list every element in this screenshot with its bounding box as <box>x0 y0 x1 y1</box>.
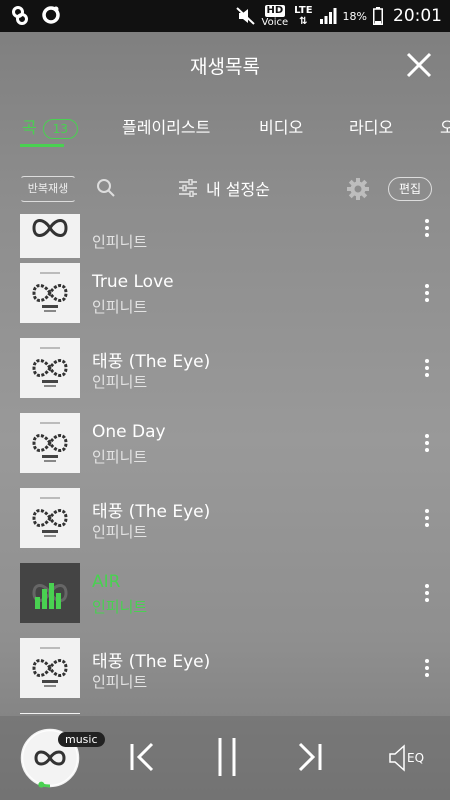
more-options-icon[interactable] <box>422 434 432 454</box>
edit-button[interactable]: 편집 <box>388 177 432 201</box>
track-row-playing[interactable]: AIR 인피니트 <box>0 563 450 638</box>
signal-icon <box>319 8 337 24</box>
tab-videos[interactable]: 비디오 <box>259 114 303 138</box>
tab-more-partial[interactable]: 오 <box>440 114 450 138</box>
album-art <box>20 563 80 623</box>
repeat-button[interactable]: 반복재생 <box>20 176 76 202</box>
lte-label: LTE <box>294 5 313 16</box>
search-icon[interactable] <box>96 178 116 198</box>
track-title: True Love <box>92 272 174 292</box>
battery-percent: 18% <box>342 9 367 23</box>
lte-indicator: LTE ⇅ <box>294 5 312 27</box>
page-title: 재생목록 <box>190 56 260 78</box>
tab-playlists-label: 플레이리스트 <box>122 118 211 137</box>
close-icon[interactable] <box>404 50 434 80</box>
track-title: 태풍 (The Eye) <box>92 352 211 372</box>
infinity-logo-icon <box>32 347 68 387</box>
track-artist: 인피니트 <box>92 298 148 316</box>
more-options-icon[interactable] <box>422 659 432 679</box>
track-row[interactable]: True Love 인피니트 <box>0 263 450 338</box>
track-artist: 인피니트 <box>92 598 148 616</box>
tab-radio[interactable]: 라디오 <box>349 114 393 138</box>
gear-icon[interactable] <box>346 177 370 201</box>
previous-track-icon[interactable] <box>128 740 158 774</box>
album-art <box>20 638 80 698</box>
track-artist: 인피니트 <box>92 373 148 391</box>
album-art <box>20 338 80 398</box>
track-title: AIR <box>92 572 121 592</box>
album-art <box>20 713 80 714</box>
track-row[interactable]: One Day 인피니트 <box>0 413 450 488</box>
sort-sliders-icon <box>179 179 197 197</box>
album-art <box>20 488 80 548</box>
more-options-icon[interactable] <box>422 284 432 304</box>
track-title: 태풍 (The Eye) <box>92 652 211 672</box>
more-options-icon[interactable] <box>422 509 432 529</box>
album-art <box>20 263 80 323</box>
clock: 20:01 <box>393 6 442 26</box>
vibrate-mute-icon <box>235 7 255 25</box>
infinity-logo-icon <box>32 497 68 537</box>
eq-label: EQ <box>407 751 425 765</box>
speaker-icon <box>389 744 405 772</box>
edit-label: 편집 <box>398 182 422 196</box>
list-toolbar: 반복재생 내 설정순 편집 <box>0 168 450 210</box>
sort-label: 내 설정순 <box>206 180 270 199</box>
album-art <box>20 413 80 473</box>
track-row[interactable]: 태풍 (The Eye) 인피니트 <box>0 488 450 563</box>
infinity-logo-icon <box>32 422 68 462</box>
track-row[interactable] <box>0 713 450 714</box>
track-list: 인피니트 True Love 인피니트 태풍 (The Eye) 인피니트 On… <box>0 214 450 714</box>
playlist-header: 재생목록 <box>0 32 450 98</box>
data-arrows-icon: ⇅ <box>299 16 308 27</box>
track-artist: 인피니트 <box>92 448 148 466</box>
hd-voice-indicator: HD Voice <box>261 4 289 28</box>
more-options-icon[interactable] <box>422 359 432 379</box>
tab-radio-label: 라디오 <box>349 118 394 137</box>
app-logo-icon <box>12 6 28 25</box>
music-app-icon <box>42 6 60 24</box>
status-bar-right: HD Voice LTE ⇅ 18% 20:01 <box>235 0 442 32</box>
mini-player: music EQ <box>0 716 450 800</box>
more-options-icon[interactable] <box>422 219 432 239</box>
music-badge: music <box>58 732 105 747</box>
tab-songs[interactable]: 곡 13 <box>22 114 79 139</box>
battery-icon <box>373 7 383 25</box>
status-bar: HD Voice LTE ⇅ 18% 20:01 <box>0 0 450 32</box>
active-tab-indicator <box>20 144 64 147</box>
now-playing-equalizer-icon <box>32 583 68 609</box>
track-row[interactable]: 태풍 (The Eye) 인피니트 <box>0 338 450 413</box>
track-title: 태풍 (The Eye) <box>92 502 211 522</box>
infinity-logo-icon <box>32 272 68 312</box>
infinity-logo-icon <box>32 219 68 237</box>
hd-label: HD <box>264 4 286 17</box>
tab-videos-label: 비디오 <box>259 118 304 137</box>
track-title: One Day <box>92 422 166 442</box>
track-artist: 인피니트 <box>92 673 148 691</box>
playback-progress-dot <box>38 781 45 788</box>
infinity-logo-icon <box>32 647 68 687</box>
next-track-icon[interactable] <box>294 740 324 774</box>
album-art <box>20 214 80 258</box>
pause-icon[interactable] <box>212 736 242 778</box>
tab-playlists[interactable]: 플레이리스트 <box>122 114 210 138</box>
track-artist: 인피니트 <box>92 233 148 251</box>
more-options-icon[interactable] <box>422 584 432 604</box>
tab-more-label: 오 <box>440 118 450 137</box>
track-row[interactable]: 태풍 (The Eye) 인피니트 <box>0 638 450 713</box>
status-bar-left-icons <box>10 4 62 26</box>
track-artist: 인피니트 <box>92 523 148 541</box>
repeat-label: 반복재생 <box>27 182 69 195</box>
sort-button[interactable]: 내 설정순 <box>178 176 270 200</box>
eq-button[interactable]: EQ <box>388 744 424 772</box>
tab-bar: 곡 13 플레이리스트 비디오 라디오 오 <box>0 100 450 156</box>
voice-label: Voice <box>261 16 289 28</box>
tab-songs-label: 곡 <box>22 118 37 137</box>
song-count-badge: 13 <box>42 118 79 139</box>
